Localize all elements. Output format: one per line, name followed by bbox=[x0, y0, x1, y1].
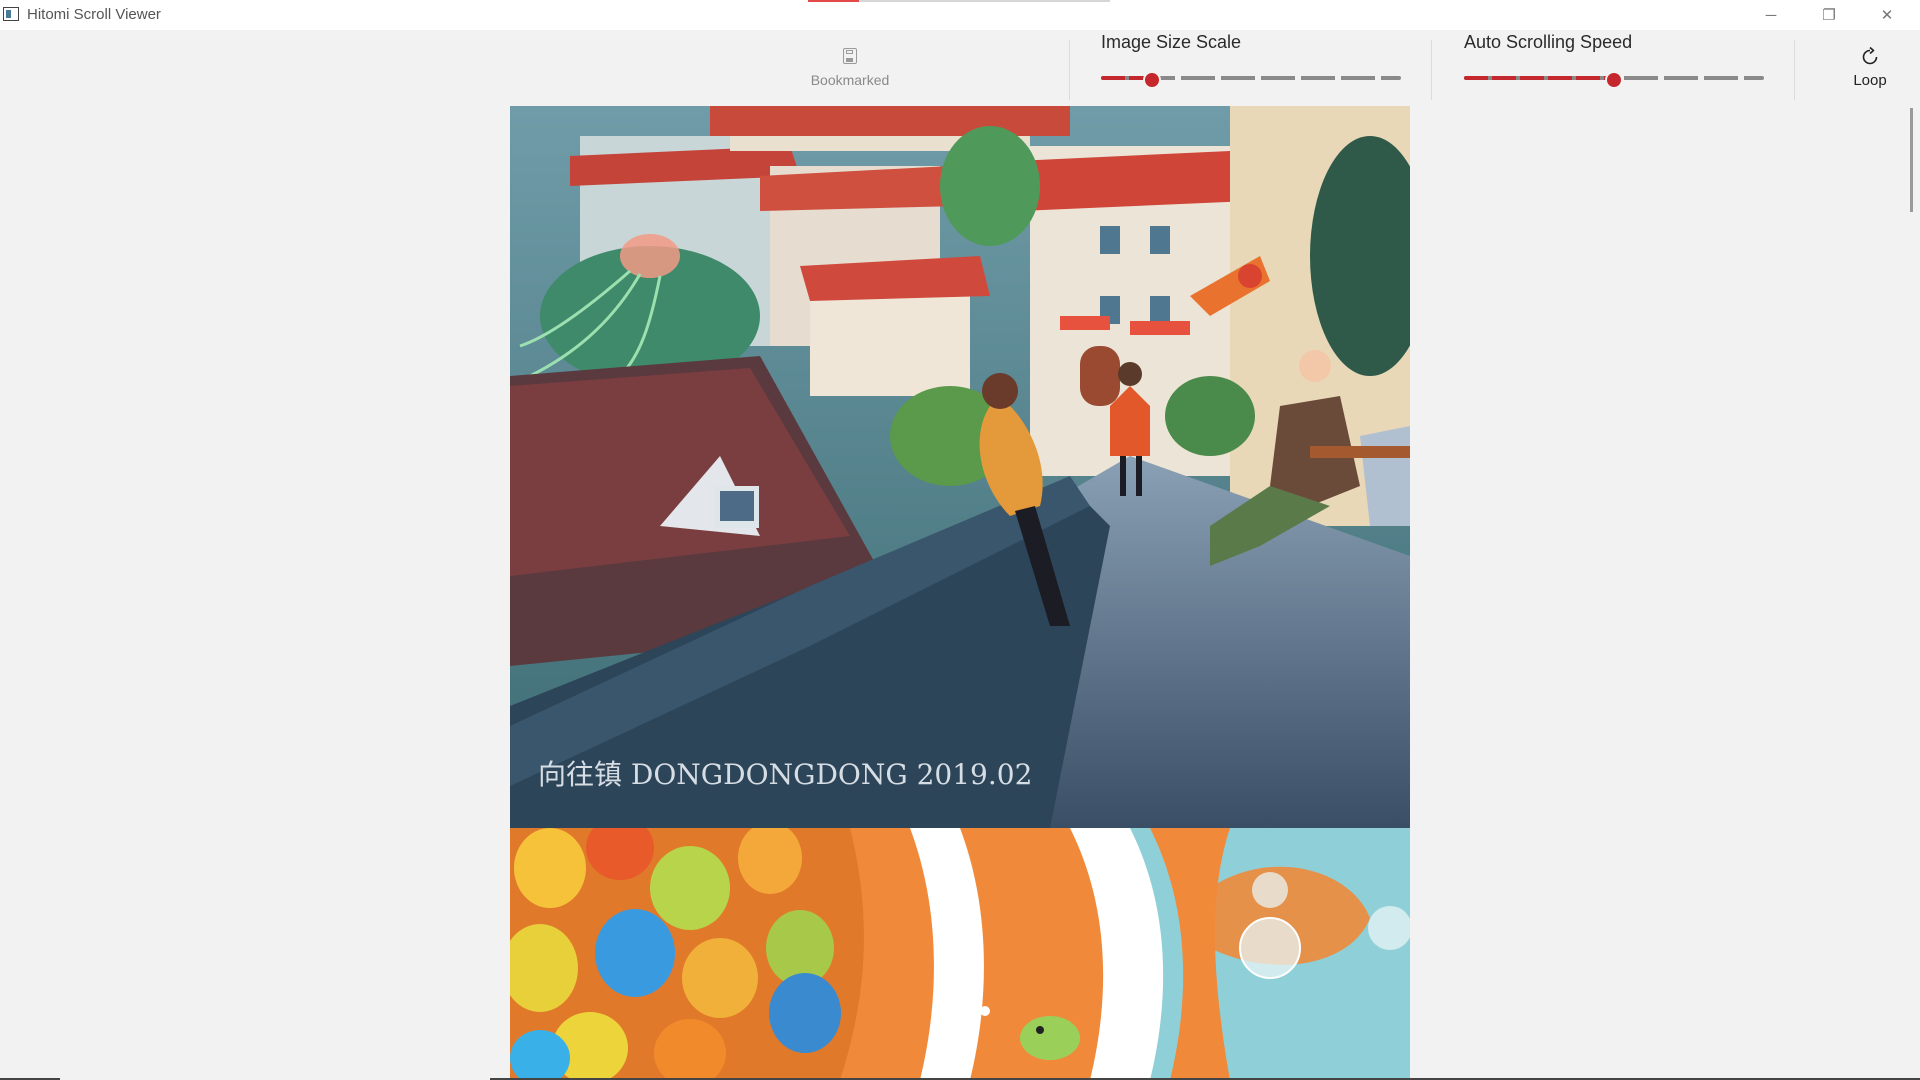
image-signature: 向往镇 DONGDONGDONG 2019.02 bbox=[538, 758, 1032, 791]
bookmark-label: Bookmarked bbox=[810, 72, 890, 88]
auto-scrolling-speed-thumb[interactable] bbox=[1605, 71, 1623, 89]
minimize-icon: ─ bbox=[1765, 6, 1777, 24]
auto-scrolling-speed-group: Auto Scrolling Speed bbox=[1464, 30, 1764, 106]
toolbar-divider bbox=[1069, 40, 1070, 100]
loop-icon bbox=[1859, 46, 1881, 68]
close-icon: ✕ bbox=[1880, 7, 1894, 24]
gallery-image: 向往镇 DONGDONGDONG 2019.02 bbox=[510, 106, 1410, 828]
loop-label: Loop bbox=[1853, 72, 1887, 89]
image-size-scale-label: Image Size Scale bbox=[1101, 32, 1242, 52]
restore-icon: ❐ bbox=[1822, 7, 1836, 24]
title-bar: Hitomi Scroll Viewer ─ ❐ ✕ bbox=[0, 0, 1920, 30]
loop-button[interactable]: Loop bbox=[1835, 46, 1905, 104]
toolbar-divider bbox=[1794, 40, 1795, 100]
page-progress-fill bbox=[808, 0, 860, 2]
page-progress-bar bbox=[808, 0, 1110, 2]
image-size-scale-thumb[interactable] bbox=[1143, 71, 1161, 89]
window-title: Hitomi Scroll Viewer bbox=[27, 6, 161, 23]
image-size-scale-group: Image Size Scale bbox=[1101, 30, 1401, 106]
toolbar: Bookmarked Image Size Scale Auto Scrolli… bbox=[0, 30, 1920, 106]
auto-scrolling-speed-label: Auto Scrolling Speed bbox=[1464, 32, 1633, 52]
gallery-image bbox=[510, 828, 1410, 1080]
maximize-button[interactable]: ❐ bbox=[1800, 0, 1858, 30]
vertical-scrollbar[interactable] bbox=[1910, 108, 1913, 212]
auto-scrolling-speed-fill bbox=[1464, 76, 1614, 80]
image-scroll-area[interactable]: 向往镇 DONGDONGDONG 2019.02 bbox=[0, 106, 1920, 1080]
app-icon bbox=[3, 7, 19, 21]
close-button[interactable]: ✕ bbox=[1858, 0, 1916, 30]
save-icon bbox=[843, 48, 857, 64]
bookmark-button[interactable]: Bookmarked bbox=[790, 46, 910, 104]
minimize-button[interactable]: ─ bbox=[1742, 0, 1800, 30]
toolbar-divider bbox=[1431, 40, 1432, 100]
